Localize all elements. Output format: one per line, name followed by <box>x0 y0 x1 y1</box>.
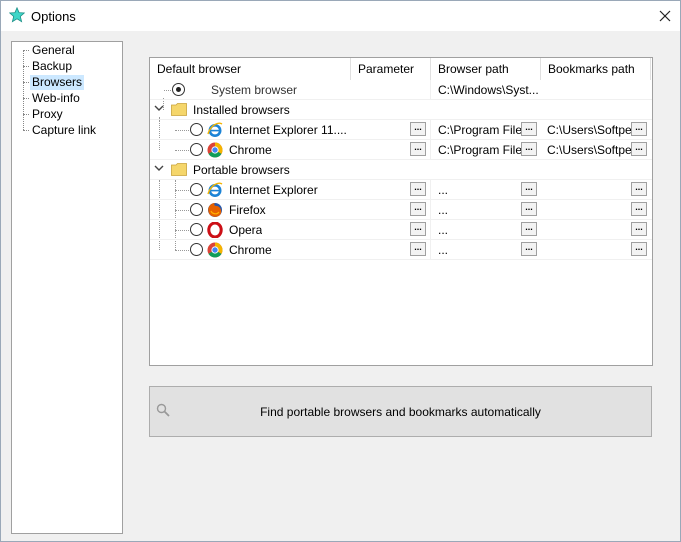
bookmarks-path-browse-button[interactable]: ... <box>631 122 647 136</box>
browser-name: Internet Explorer <box>229 183 318 197</box>
default-browser-radio[interactable] <box>172 83 185 96</box>
browser-path-cell: ... <box>438 223 449 237</box>
parameter-browse-button[interactable]: ... <box>410 202 426 216</box>
column-header-parameter[interactable]: Parameter <box>351 58 431 80</box>
browser-path-browse-button[interactable]: ... <box>521 142 537 156</box>
parameter-browse-button[interactable]: ... <box>410 242 426 256</box>
internet-explorer-icon <box>207 122 223 137</box>
close-icon <box>659 10 671 22</box>
browser-path-cell: ... <box>438 243 449 257</box>
default-browser-radio[interactable] <box>190 203 203 216</box>
group-row-installed[interactable]: Installed browsers <box>150 100 652 120</box>
bookmarks-path-cell: C:\Users\Softpec <box>547 143 631 157</box>
internet-explorer-icon <box>207 182 223 197</box>
browser-path-cell: C:\Program Files <box>438 123 522 137</box>
opera-icon <box>207 222 223 238</box>
row-label: System browser <box>211 83 298 97</box>
parameter-browse-button[interactable]: ... <box>410 182 426 196</box>
group-row-portable[interactable]: Portable browsers <box>150 160 652 180</box>
default-browser-radio[interactable] <box>190 223 203 236</box>
table-row[interactable]: Firefox ... ... ... ... <box>150 200 652 220</box>
folder-icon <box>171 163 187 176</box>
default-browser-radio[interactable] <box>190 183 203 196</box>
parameter-browse-button[interactable]: ... <box>410 222 426 236</box>
default-browser-radio[interactable] <box>190 243 203 256</box>
browser-grid: Default browser Parameter Browser path B… <box>149 57 653 366</box>
browser-name: Chrome <box>229 143 272 157</box>
browser-name: Opera <box>229 223 263 237</box>
browser-path-browse-button[interactable]: ... <box>521 242 537 256</box>
default-browser-radio[interactable] <box>190 143 203 156</box>
table-row[interactable]: Opera ... ... ... ... <box>150 220 652 240</box>
nav-item-label: Proxy <box>32 107 63 121</box>
nav-item-web-info[interactable]: Web-info <box>23 91 82 106</box>
tree-connector <box>175 250 189 251</box>
chrome-icon <box>207 142 223 158</box>
bookmarks-path-browse-button[interactable]: ... <box>631 222 647 236</box>
tree-connector <box>175 150 189 151</box>
bookmarks-path-browse-button[interactable]: ... <box>631 202 647 216</box>
tree-connector <box>23 50 24 130</box>
find-portable-browsers-button[interactable]: Find portable browsers and bookmarks aut… <box>149 386 652 437</box>
chevron-down-icon[interactable] <box>154 103 164 115</box>
tree-connector <box>175 210 189 211</box>
tree-connector <box>175 230 189 231</box>
group-label: Installed browsers <box>193 103 290 117</box>
folder-icon <box>171 103 187 116</box>
tree-connector <box>175 130 189 131</box>
bookmarks-path-cell: C:\Users\Softpec <box>547 123 631 137</box>
table-row[interactable]: Chrome ... ... ... ... <box>150 240 652 260</box>
browser-path-browse-button[interactable]: ... <box>521 202 537 216</box>
nav-item-backup[interactable]: Backup <box>23 59 74 74</box>
star-icon <box>9 7 25 23</box>
nav-item-label: Browsers <box>32 75 83 89</box>
column-header-default-browser[interactable]: Default browser <box>150 58 351 80</box>
title-bar: Options <box>1 1 680 31</box>
nav-item-label: Capture link <box>32 123 97 137</box>
nav-item-capture-link[interactable]: Capture link <box>23 123 98 138</box>
browser-name: Firefox <box>229 203 266 217</box>
chevron-down-icon[interactable] <box>154 163 164 175</box>
parameter-browse-button[interactable]: ... <box>410 122 426 136</box>
parameter-cell <box>351 80 431 99</box>
bookmarks-path-browse-button[interactable]: ... <box>631 182 647 196</box>
table-row[interactable]: System browser C:\Windows\Syst... <box>150 80 652 100</box>
browser-path-browse-button[interactable]: ... <box>521 122 537 136</box>
options-window: Options General Backup Browsers Web-info… <box>0 0 681 542</box>
table-row[interactable]: Chrome ... C:\Program Files ... C:\Users… <box>150 140 652 160</box>
column-header-bookmarks-path[interactable]: Bookmarks path <box>541 58 651 80</box>
browser-name: Internet Explorer 11.... <box>229 123 347 137</box>
browser-path-browse-button[interactable]: ... <box>521 182 537 196</box>
browser-path-cell: ... <box>438 183 449 197</box>
bookmarks-path-browse-button[interactable]: ... <box>631 242 647 256</box>
table-row[interactable]: Internet Explorer 11.... ... C:\Program … <box>150 120 652 140</box>
browser-path-cell: C:\Program Files <box>438 143 522 157</box>
group-label: Portable browsers <box>193 163 290 177</box>
browser-path-cell: ... <box>438 203 449 217</box>
nav-item-label: General <box>32 43 75 57</box>
firefox-icon <box>208 203 222 217</box>
browser-name: Chrome <box>229 243 272 257</box>
chrome-icon <box>207 242 223 258</box>
nav-item-proxy[interactable]: Proxy <box>23 107 65 122</box>
browser-path-cell: C:\Windows\Syst... <box>438 83 538 97</box>
find-button-label: Find portable browsers and bookmarks aut… <box>260 405 541 419</box>
browser-path-browse-button[interactable]: ... <box>521 222 537 236</box>
close-button[interactable] <box>650 1 680 31</box>
nav-item-label: Web-info <box>32 91 80 105</box>
table-row[interactable]: Internet Explorer ... ... ... ... <box>150 180 652 200</box>
column-header-browser-path[interactable]: Browser path <box>431 58 541 80</box>
nav-item-label: Backup <box>32 59 73 73</box>
tree-connector <box>164 90 171 91</box>
window-title: Options <box>31 9 76 24</box>
options-nav-tree: General Backup Browsers Web-info Proxy C… <box>11 41 123 534</box>
nav-item-browsers[interactable]: Browsers <box>23 75 85 90</box>
default-browser-radio[interactable] <box>190 123 203 136</box>
nav-item-general[interactable]: General <box>23 43 77 58</box>
tree-connector <box>175 190 189 191</box>
parameter-browse-button[interactable]: ... <box>410 142 426 156</box>
bookmarks-path-browse-button[interactable]: ... <box>631 142 647 156</box>
